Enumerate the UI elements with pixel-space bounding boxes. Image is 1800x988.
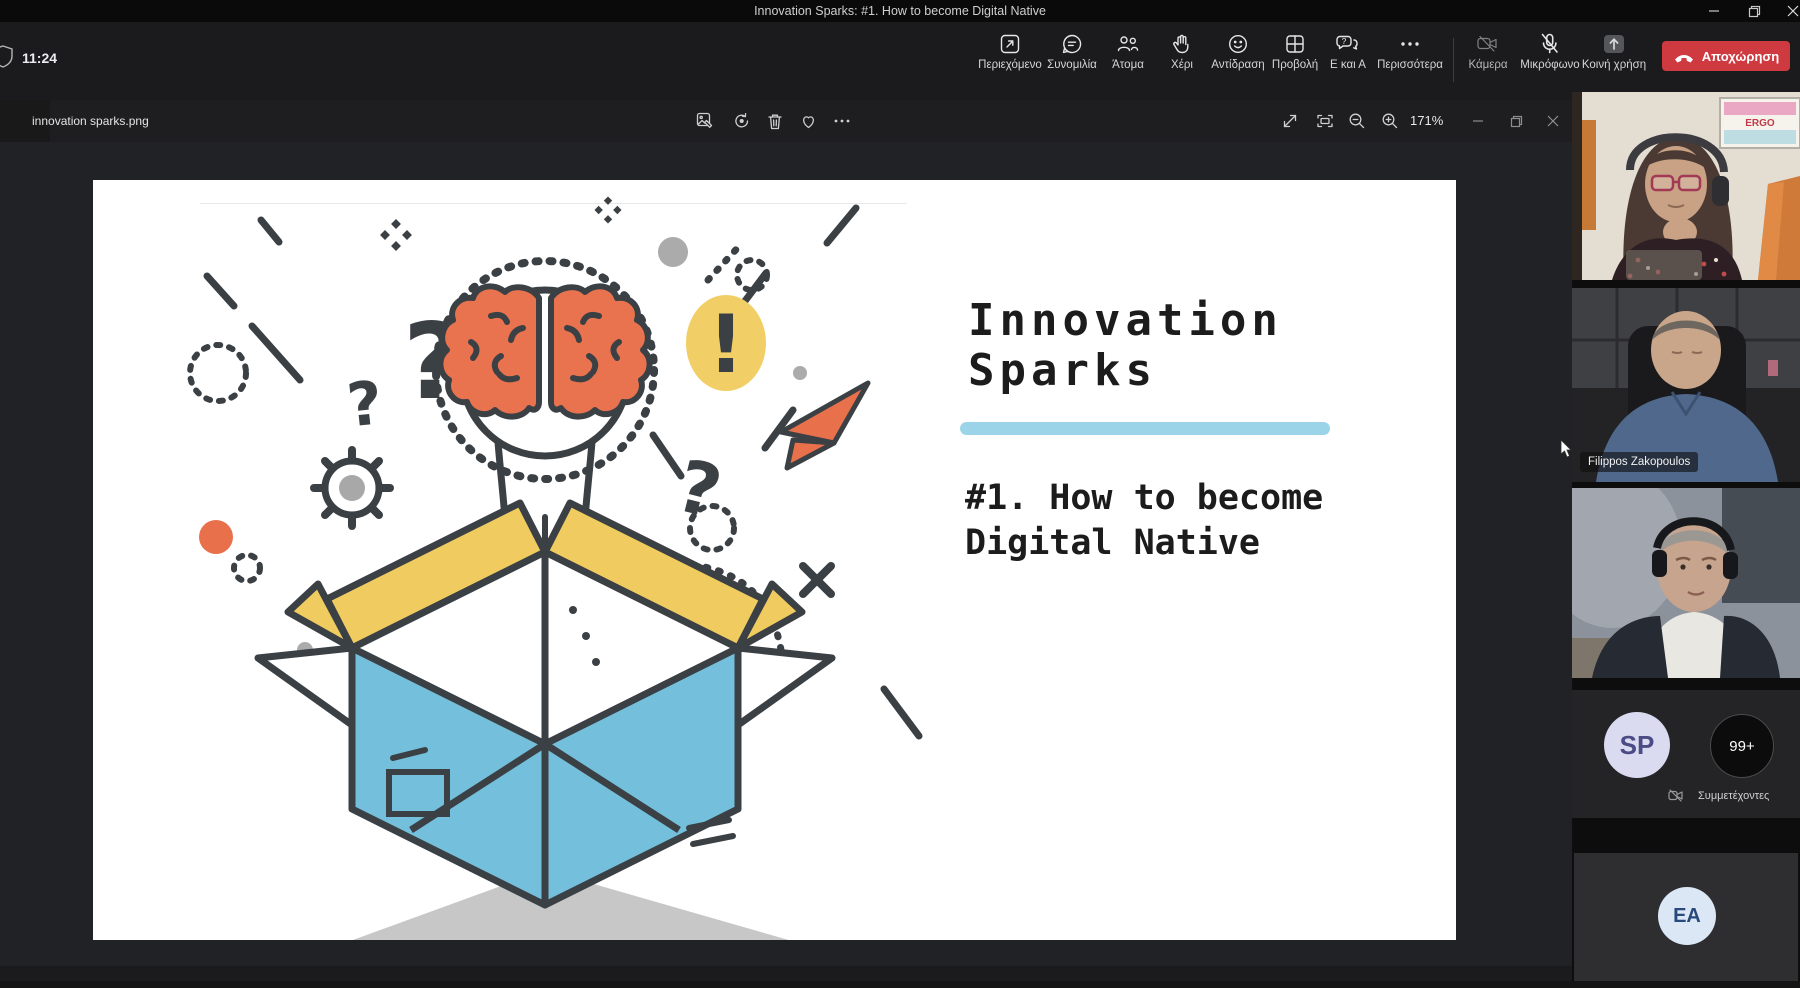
viewer-bottom-edge (0, 966, 1572, 981)
zoom-in-button[interactable] (1377, 108, 1403, 134)
rotate-button[interactable] (729, 108, 755, 134)
close-icon (1787, 5, 1799, 17)
svg-text:!: ! (708, 298, 744, 391)
restore-button[interactable] (1737, 0, 1771, 22)
zoom-out-button[interactable] (1344, 108, 1370, 134)
sign-text: ERGO (1745, 118, 1775, 129)
more-icon (834, 119, 850, 123)
viewer-restore-button[interactable] (1503, 108, 1529, 134)
participant-video-1-feed: ERGO (1572, 92, 1800, 280)
device-label: Κάμερα (1468, 59, 1508, 71)
fullscreen-button[interactable] (1277, 108, 1303, 134)
svg-text:?: ? (1342, 36, 1347, 46)
favorite-button[interactable] (795, 108, 821, 134)
participants-overflow-tile[interactable]: 99+ (1710, 714, 1774, 778)
participant-video-3-feed (1572, 488, 1800, 678)
share-tray-icon (1604, 35, 1624, 53)
slide-subtitle: #1. How to become Digital Native (965, 478, 1324, 563)
nav-more-button[interactable]: Περισσότερα (1368, 32, 1452, 90)
viewer-toolbar: innovation sparks.png 171% (0, 100, 1800, 142)
window-title: Innovation Sparks: #1. How to become Dig… (754, 4, 1046, 18)
restore-icon (1510, 115, 1522, 127)
participant-video-3[interactable] (1572, 488, 1800, 678)
people-icon (1117, 36, 1139, 52)
reaction-icon (1228, 34, 1248, 54)
viewer-filename: innovation sparks.png (32, 114, 149, 128)
svg-text:?: ? (344, 368, 386, 441)
meeting-toolbar: 11:24 Περιεχόμενο Συνομιλία Άτομα Χέρι Α… (0, 22, 1800, 102)
chat-icon (1062, 34, 1082, 54)
camera-off-status-icon (1668, 789, 1684, 807)
delete-button[interactable] (762, 108, 788, 134)
edit-image-icon (696, 112, 713, 128)
participant-video-1[interactable]: ERGO (1572, 92, 1800, 280)
trash-icon (768, 114, 782, 129)
device-label: Μικρόφωνο (1520, 59, 1580, 71)
hang-up-icon (1674, 55, 1693, 63)
overflow-count: 99+ (1729, 737, 1755, 755)
share-button[interactable]: Κοινή χρήση (1572, 32, 1656, 90)
fit-to-window-button[interactable] (1312, 108, 1338, 134)
qa-icon: ? (1336, 35, 1358, 50)
zoom-level: 171% (1410, 113, 1444, 128)
participants-label: Συμμετέχοντες (1698, 790, 1770, 802)
heart-icon (802, 116, 814, 129)
nav-label: Ε και Α (1330, 59, 1366, 71)
fit-screen-icon (1317, 114, 1333, 128)
mouse-cursor (1560, 439, 1574, 463)
mic-off-icon (1541, 33, 1558, 54)
svg-text:?: ? (669, 443, 730, 535)
zoom-in-icon (1382, 113, 1398, 129)
raise-hand-icon (1173, 34, 1189, 54)
restore-icon (1748, 5, 1760, 17)
ergo-sign: ERGO (1719, 97, 1800, 149)
avatar-ea-initials: EA (1673, 904, 1701, 927)
view-grid-icon (1286, 35, 1304, 53)
more-icon (1401, 42, 1419, 46)
rotate-icon (735, 112, 749, 128)
exclamation-badge: ! (686, 295, 766, 391)
viewer-content: ? ? ? ! Innovation Sparks #1. How to bec… (0, 142, 1572, 988)
shield-icon (0, 44, 14, 73)
expand-icon (1283, 114, 1297, 128)
slide-accent-bar (960, 422, 1330, 435)
close-icon (1547, 115, 1559, 127)
nav-label: Χέρι (1171, 59, 1193, 71)
gear-icon (310, 446, 394, 530)
avatar-sp[interactable]: SP (1604, 712, 1670, 778)
app-titlebar: Innovation Sparks: #1. How to become Dig… (0, 0, 1800, 22)
avatar-ea: EA (1658, 887, 1716, 945)
dot-cross-decoration (380, 196, 622, 251)
edit-image-button[interactable] (692, 108, 718, 134)
camera-off-icon (1477, 35, 1497, 52)
device-label: Κοινή χρήση (1581, 59, 1647, 71)
participant-ea-tile[interactable]: EA (1574, 853, 1798, 981)
avatar-sp-initials: SP (1619, 729, 1655, 760)
meeting-window: Innovation Sparks: #1. How to become Dig… (0, 0, 1800, 988)
open-box (254, 499, 836, 940)
viewer-more-button[interactable] (829, 108, 855, 134)
leave-button[interactable]: Αποχώρηση (1662, 41, 1790, 71)
minimize-button[interactable] (1697, 0, 1731, 22)
participants-sidebar: ERGO Filippos Zakopoulos SP 99+ Συμμετέχ… (1572, 92, 1800, 988)
slide-title: Innovation Sparks (968, 295, 1283, 396)
share-content-icon (1000, 34, 1020, 54)
paper-plane (778, 380, 871, 471)
slide: ? ? ? ! Innovation Sparks #1. How to bec… (93, 180, 1456, 940)
meeting-time: 11:24 (22, 50, 58, 66)
participant-video-2[interactable]: Filippos Zakopoulos (1572, 288, 1800, 482)
close-button[interactable] (1776, 0, 1800, 22)
avatar-row: SP 99+ Συμμετέχοντες (1572, 690, 1800, 818)
zoom-out-icon (1349, 113, 1365, 129)
innovation-illustration: ? ? ? ! (187, 196, 923, 940)
viewer-minimize-button[interactable] (1465, 108, 1491, 134)
leave-label: Αποχώρηση (1701, 48, 1780, 64)
nav-label: Περισσότερα (1377, 59, 1443, 71)
screen-bottom-edge (0, 981, 1800, 988)
viewer-close-button[interactable] (1540, 108, 1566, 134)
orange-dot (199, 520, 233, 554)
participant-name-label: Filippos Zakopoulos (1580, 452, 1699, 472)
